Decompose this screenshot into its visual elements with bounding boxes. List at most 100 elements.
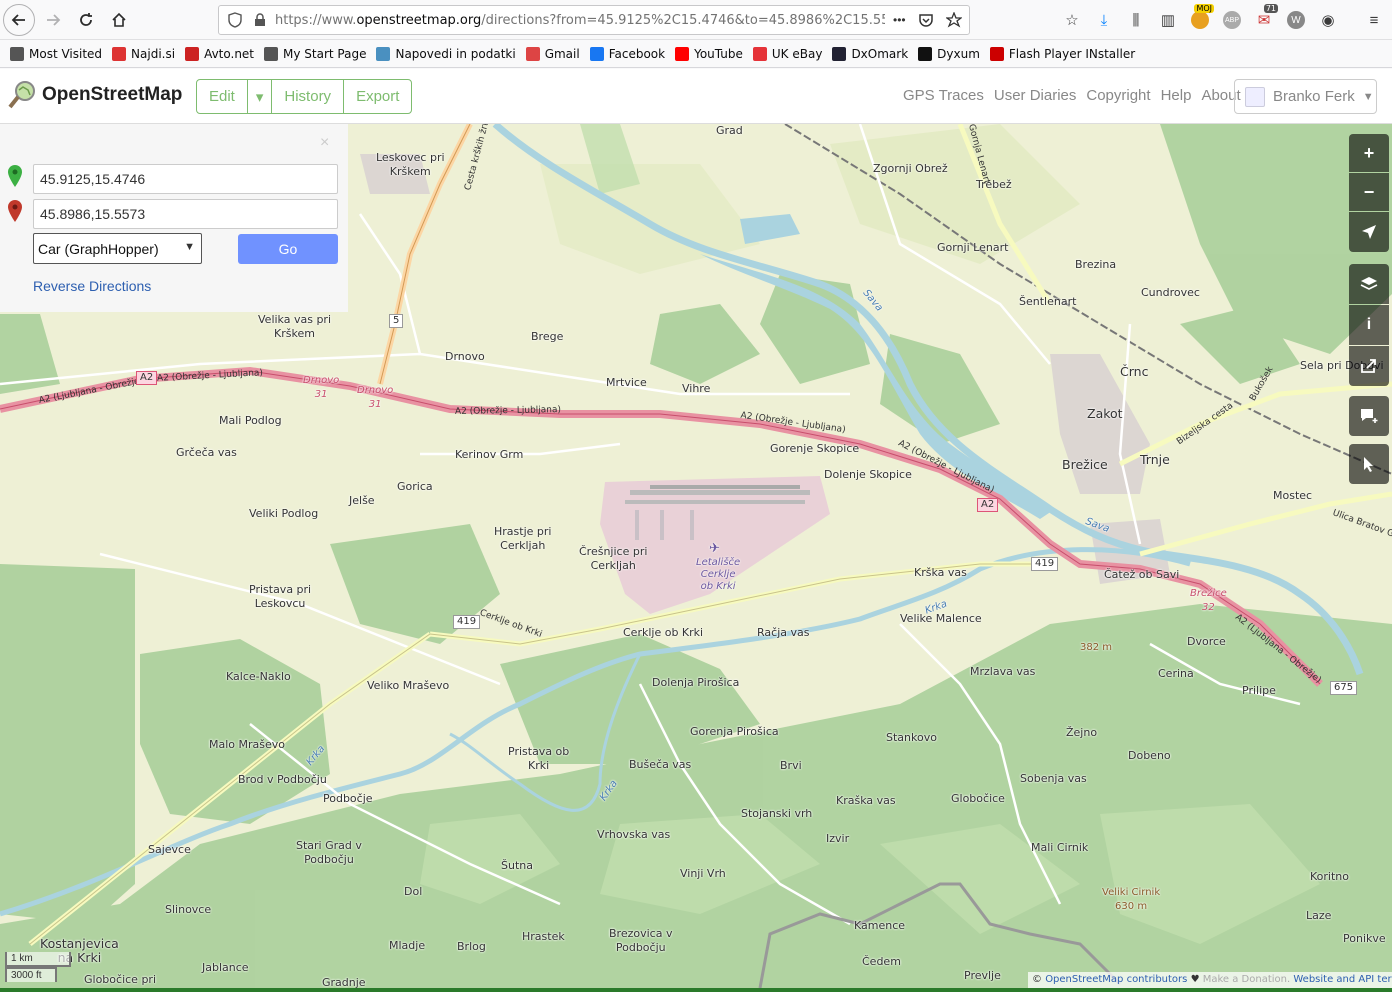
place-label: Sajevce bbox=[148, 843, 191, 856]
bookmark-item[interactable]: Dyxum bbox=[918, 46, 980, 61]
reading-list-icon[interactable]: ☆ bbox=[1060, 6, 1084, 34]
map-key-button[interactable]: i bbox=[1349, 305, 1389, 345]
library-icon[interactable]: ⫼ bbox=[1124, 6, 1148, 34]
road-label: A2 (Obrežje - Ljubljana) bbox=[454, 405, 562, 417]
place-label: Dobeno bbox=[1128, 749, 1171, 762]
locate-button[interactable] bbox=[1349, 212, 1389, 252]
terms-link[interactable]: Website and API terms bbox=[1293, 974, 1392, 985]
menu-icon[interactable]: ≡ bbox=[1362, 6, 1386, 34]
bookmark-item[interactable]: DxOmark bbox=[832, 46, 908, 61]
place-label: Šentlenart bbox=[1019, 295, 1077, 308]
user-name: Branko Ferk bbox=[1273, 88, 1355, 105]
back-button[interactable] bbox=[3, 3, 35, 36]
bookmark-item[interactable]: YouTube bbox=[675, 46, 743, 61]
place-label: Prilipe bbox=[1242, 684, 1276, 697]
place-label: Kraška vas bbox=[836, 794, 896, 807]
gmail-notifier-icon[interactable]: ✉ 71 bbox=[1252, 4, 1278, 34]
place-label: Stojanski vrh bbox=[741, 807, 813, 820]
lock-icon[interactable] bbox=[253, 13, 267, 27]
place-label: Podbočje bbox=[323, 792, 373, 805]
osm-header: OpenStreetMap Edit ▾ History Export GPS … bbox=[0, 69, 1392, 124]
toolbar-right-icons: ☆ ⤓ ⫼ ▥ MOJ ABP ✉ 71 W ◉ ≡ bbox=[1060, 4, 1386, 34]
w-extension-icon[interactable]: W bbox=[1284, 6, 1308, 34]
place-label: Gornji Lenart bbox=[937, 241, 1009, 254]
scale-ft: 3000 ft bbox=[5, 967, 57, 982]
bookmark-item[interactable]: Facebook bbox=[589, 46, 665, 61]
place-label: Brezovica v Podbočju bbox=[609, 927, 673, 954]
bookmark-item[interactable]: Flash Player INstaller bbox=[989, 46, 1135, 61]
bottom-border bbox=[0, 988, 1392, 992]
place-label: Hrastje pri Cerkljah bbox=[494, 525, 552, 552]
share-icon bbox=[1361, 359, 1376, 373]
home-button[interactable] bbox=[104, 5, 134, 35]
nav-gps-traces[interactable]: GPS Traces bbox=[903, 87, 984, 104]
place-label: Šutna bbox=[501, 859, 533, 872]
place-label: Kalce-Naklo bbox=[226, 670, 291, 683]
place-label: Dol bbox=[404, 885, 423, 898]
bookmark-label: Gmail bbox=[544, 46, 580, 61]
bookmark-item[interactable]: Najdi.si bbox=[112, 46, 175, 61]
adblock-icon[interactable]: ABP bbox=[1220, 6, 1244, 34]
nav-copyright[interactable]: Copyright bbox=[1086, 87, 1150, 104]
pocket-icon[interactable] bbox=[918, 12, 934, 28]
add-note-button[interactable] bbox=[1349, 396, 1389, 436]
reverse-directions-link[interactable]: Reverse Directions bbox=[33, 278, 151, 294]
share-button[interactable] bbox=[1349, 346, 1389, 386]
nav-user-diaries[interactable]: User Diaries bbox=[994, 87, 1077, 104]
reload-button[interactable] bbox=[71, 5, 101, 35]
place-label: Jablance bbox=[202, 961, 249, 974]
to-input[interactable]: 45.8986,15.5573 bbox=[33, 199, 338, 229]
zoom-in-button[interactable]: + bbox=[1349, 134, 1389, 172]
go-button[interactable]: Go bbox=[238, 234, 338, 264]
osm-logo[interactable]: OpenStreetMap bbox=[8, 80, 182, 110]
routing-engine-select[interactable]: Car (GraphHopper) ▼ bbox=[33, 233, 202, 264]
bookmark-item[interactable]: Napovedi in podatki bbox=[376, 46, 516, 61]
close-icon[interactable]: × bbox=[320, 134, 329, 152]
history-button[interactable]: History bbox=[272, 80, 345, 113]
place-label: Grad bbox=[716, 124, 743, 137]
nav-help[interactable]: Help bbox=[1161, 87, 1192, 104]
bookmark-item[interactable]: Gmail bbox=[525, 46, 580, 61]
avto-icon bbox=[185, 46, 200, 61]
export-button[interactable]: Export bbox=[344, 80, 411, 113]
layers-button[interactable] bbox=[1349, 264, 1389, 304]
bookmark-item[interactable]: UK eBay bbox=[752, 46, 822, 61]
forward-button[interactable] bbox=[38, 5, 68, 35]
url-bar[interactable]: https://www.openstreetmap.org/directions… bbox=[218, 5, 970, 35]
place-label: Brežice bbox=[1062, 457, 1108, 472]
edit-button[interactable]: Edit bbox=[197, 80, 248, 113]
place-label: Stari Grad v Podbočju bbox=[296, 839, 362, 866]
gmail-icon bbox=[525, 46, 540, 61]
star-icon[interactable] bbox=[945, 12, 962, 28]
place-label: Mali Cirnik bbox=[1031, 841, 1089, 854]
place-label: Gorica bbox=[397, 480, 433, 493]
donate-link[interactable]: Make a Donation. bbox=[1203, 974, 1290, 985]
account-icon[interactable]: ◉ bbox=[1316, 6, 1340, 34]
place-label: Grčeča vas bbox=[176, 446, 237, 459]
place-label: Veliki Podlog bbox=[249, 507, 319, 520]
najdi-icon bbox=[112, 46, 127, 61]
place-label: Jelše bbox=[349, 494, 375, 507]
from-input[interactable]: 45.9125,15.4746 bbox=[33, 164, 338, 194]
place-label: Veliko Mraševo bbox=[367, 679, 450, 692]
user-menu-button[interactable]: Branko Ferk ▼ bbox=[1234, 79, 1377, 114]
place-label: Malo Mraševo bbox=[209, 738, 286, 751]
extension-moj-icon[interactable]: MOJ bbox=[1188, 4, 1214, 34]
shield-icon[interactable] bbox=[227, 12, 243, 28]
bookmark-item[interactable]: My Start Page bbox=[264, 46, 366, 61]
edit-dropdown-button[interactable]: ▾ bbox=[248, 80, 273, 113]
place-label: Dvorce bbox=[1187, 635, 1226, 648]
query-features-button[interactable] bbox=[1349, 444, 1389, 484]
zoom-out-button[interactable]: − bbox=[1349, 173, 1389, 211]
place-label: Brezina bbox=[1075, 258, 1117, 271]
url-text[interactable]: https://www.openstreetmap.org/directions… bbox=[275, 13, 885, 28]
place-label: Sobenja vas bbox=[1020, 772, 1087, 785]
heart-icon: ♥ bbox=[1190, 974, 1200, 985]
osm-contributors-link[interactable]: OpenStreetMap contributors bbox=[1045, 974, 1187, 985]
page-actions-icon[interactable]: ••• bbox=[893, 13, 906, 27]
bookmark-item[interactable]: Most Visited bbox=[10, 46, 102, 61]
sidebar-icon[interactable]: ▥ bbox=[1156, 6, 1180, 34]
download-icon[interactable]: ⤓ bbox=[1092, 6, 1116, 34]
bookmark-item[interactable]: Avto.net bbox=[185, 46, 254, 61]
forward-arrow-icon bbox=[47, 13, 61, 26]
